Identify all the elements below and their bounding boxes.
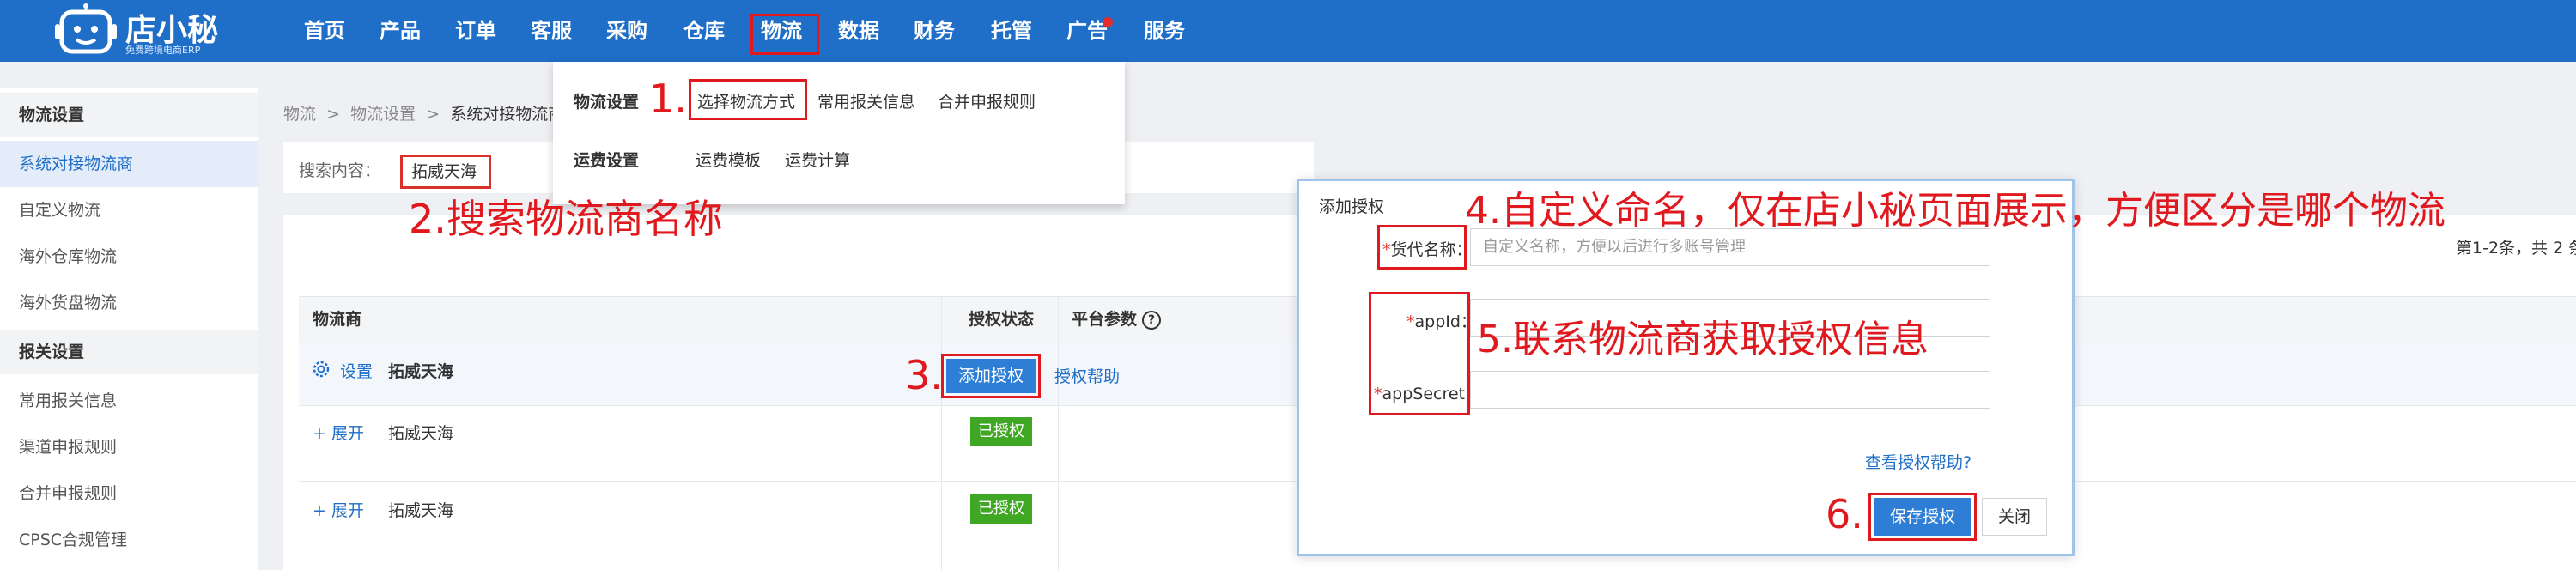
- nav-hosting[interactable]: 托管: [991, 12, 1032, 50]
- dialog-title: 添加授权: [1319, 197, 1385, 216]
- gear-icon[interactable]: [311, 359, 331, 379]
- menu-item-freight-template[interactable]: 运费模板: [696, 148, 761, 171]
- required-mark: *: [1374, 385, 1382, 403]
- ads-notification-dot: [1103, 17, 1113, 27]
- column-divider: [1058, 296, 1059, 570]
- auth-help-link[interactable]: 授权帮助: [1054, 364, 1120, 387]
- brand-tagline: 免费跨境电商ERP: [125, 45, 201, 56]
- robot-logo-icon: [55, 3, 117, 54]
- annotation-step-1: 1.: [649, 76, 687, 122]
- search-input[interactable]: 拓威天海: [400, 155, 491, 189]
- sidebar-item-overseas-pallet[interactable]: 海外货盘物流: [0, 280, 258, 326]
- dropdown-group-logistics: 物流设置: [574, 93, 640, 112]
- search-label: 搜索内容：: [299, 161, 381, 180]
- annotation-step-3: 3.: [905, 352, 943, 398]
- expand-link[interactable]: + 展开: [313, 421, 364, 444]
- appsecret-label: *appSecret：: [1374, 381, 1481, 404]
- forwarder-name-label: *货代名称：: [1382, 237, 1473, 260]
- sidebar-item-overseas-warehouse[interactable]: 海外仓库物流: [0, 233, 258, 280]
- annotation-step-4: 4.自定义命名，仅在店小秘页面展示，方便区分是哪个物流: [1465, 189, 2445, 233]
- view-auth-help-link[interactable]: 查看授权帮助?: [1865, 450, 1971, 473]
- breadcrumb-current: 系统对接物流商: [450, 105, 565, 124]
- expand-link[interactable]: + 展开: [313, 498, 364, 521]
- col-header-platform-params-label: 平台参数: [1072, 310, 1138, 329]
- help-circle-icon[interactable]: ?: [1142, 310, 1162, 330]
- carrier-name: 拓威天海: [388, 424, 454, 443]
- add-authorization-button[interactable]: 添加授权: [946, 359, 1036, 393]
- carrier-name: 拓威天海: [388, 362, 454, 381]
- save-authorization-button[interactable]: 保存授权: [1874, 498, 1971, 536]
- nav-finance[interactable]: 财务: [914, 12, 955, 50]
- nav-customer-service[interactable]: 客服: [531, 12, 572, 50]
- close-button[interactable]: 关闭: [1982, 498, 2047, 536]
- breadcrumb: 物流 > 物流设置 > 系统对接物流商: [283, 101, 564, 124]
- sidebar-section-logistics: 物流设置: [0, 93, 258, 137]
- sidebar-item-custom-logistics[interactable]: 自定义物流: [0, 187, 258, 233]
- col-header-auth-status: 授权状态: [969, 310, 1035, 329]
- breadcrumb-sep: >: [326, 105, 341, 124]
- appsecret-label-text: appSecret：: [1382, 385, 1482, 403]
- nav-warehouse[interactable]: 仓库: [683, 12, 725, 50]
- annotation-step-6: 6.: [1826, 491, 1863, 537]
- carrier-name: 拓威天海: [388, 501, 454, 520]
- pagination-count: 第1-2条，共 2 条: [2456, 239, 2576, 258]
- breadcrumb-logistics[interactable]: 物流: [283, 105, 316, 124]
- appsecret-input[interactable]: [1470, 371, 1990, 409]
- sidebar-section-customs: 报关设置: [0, 330, 258, 374]
- nav-data[interactable]: 数据: [838, 12, 879, 50]
- annotation-step-5: 5.联系物流商获取授权信息: [1477, 318, 1929, 361]
- menu-item-merge-rules[interactable]: 合并申报规则: [938, 89, 1036, 112]
- sidebar-item-merge-rules[interactable]: 合并申报规则: [0, 470, 258, 517]
- nav-services[interactable]: 服务: [1144, 12, 1185, 50]
- forwarder-name-label-text: 货代名称：: [1390, 240, 1473, 259]
- sidebar-item-system-carriers[interactable]: 系统对接物流商: [0, 141, 258, 187]
- nav-purchase[interactable]: 采购: [606, 12, 647, 50]
- nav-orders[interactable]: 订单: [455, 12, 496, 50]
- nav-logistics[interactable]: 物流: [761, 12, 802, 50]
- required-mark: *: [1406, 312, 1415, 331]
- nav-ads[interactable]: 广告: [1066, 12, 1108, 50]
- sidebar-item-cpsc[interactable]: CPSC合规管理: [0, 517, 258, 563]
- breadcrumb-sep: >: [426, 105, 440, 124]
- annotation-step-2: 2.搜索物流商名称: [409, 196, 723, 242]
- settings-link[interactable]: 设置: [340, 359, 373, 382]
- dropdown-group-freight: 运费设置: [574, 151, 640, 170]
- nav-products[interactable]: 产品: [380, 12, 421, 50]
- column-divider: [941, 296, 942, 570]
- sidebar-item-channel-rules[interactable]: 渠道申报规则: [0, 424, 258, 470]
- menu-item-choose-logistics[interactable]: 选择物流方式: [697, 89, 795, 112]
- menu-item-freight-calc[interactable]: 运费计算: [785, 148, 850, 171]
- breadcrumb-logistics-settings[interactable]: 物流设置: [350, 105, 416, 124]
- logistics-dropdown-menu: [553, 62, 1125, 204]
- nav-home[interactable]: 首页: [304, 12, 345, 50]
- status-badge-authorized: 已授权: [970, 494, 1032, 524]
- status-badge-authorized: 已授权: [970, 417, 1032, 446]
- sidebar-item-customs-info[interactable]: 常用报关信息: [0, 378, 258, 424]
- forwarder-name-input[interactable]: 自定义名称，方便以后进行多账号管理: [1470, 228, 1990, 266]
- col-header-platform-params: 平台参数?: [1072, 296, 1162, 343]
- appid-label-text: appId：: [1414, 312, 1477, 331]
- col-header-carrier: 物流商: [313, 310, 362, 329]
- menu-item-customs-info[interactable]: 常用报关信息: [817, 89, 915, 112]
- appid-label: *appId：: [1406, 309, 1477, 332]
- required-mark: *: [1382, 240, 1391, 259]
